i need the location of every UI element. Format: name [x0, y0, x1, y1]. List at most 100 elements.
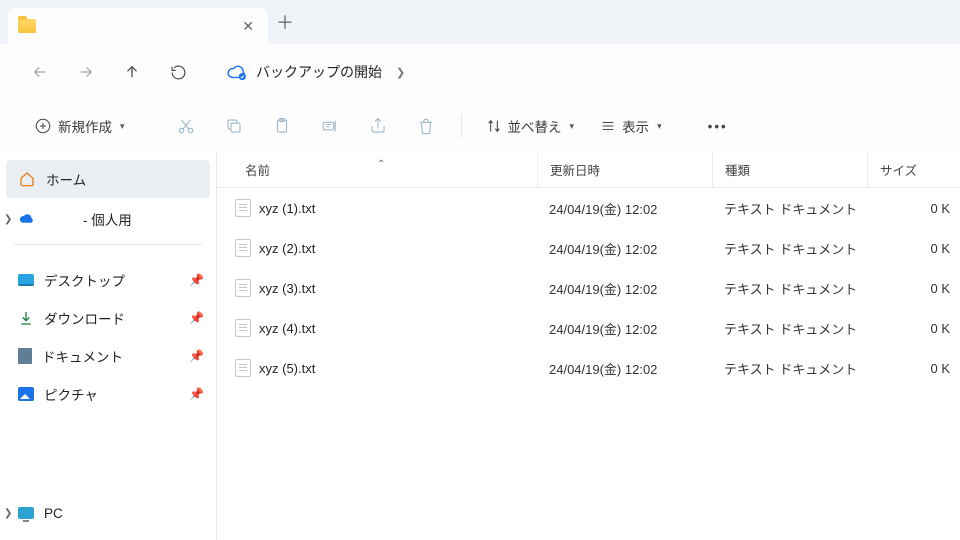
download-icon — [18, 310, 34, 326]
sort-label: 並べ替え — [508, 116, 562, 136]
text-file-icon — [235, 359, 251, 377]
file-type: テキスト ドキュメント — [712, 359, 867, 378]
table-row[interactable]: xyz (3).txt 24/04/19(金) 12:02テキスト ドキュメント0… — [217, 268, 960, 308]
address-bar[interactable]: バックアップの開始 ❯ — [216, 54, 952, 90]
more-button[interactable]: ••• — [698, 108, 738, 144]
file-date: 24/04/19(金) 12:02 — [537, 279, 712, 298]
file-type: テキスト ドキュメント — [712, 279, 867, 298]
refresh-button[interactable] — [164, 58, 192, 86]
file-name: xyz (2).txt — [259, 241, 315, 256]
sidebar-item-onedrive[interactable]: ❯ - 個人用 — [0, 200, 216, 238]
rename-button[interactable] — [309, 108, 351, 144]
file-list-pane: 名前 ⌃ 更新日時 種類 サイズ xyz (1).txt 24/04/19(金) … — [217, 152, 960, 540]
paste-button[interactable] — [261, 108, 303, 144]
expand-icon[interactable]: ❯ — [4, 214, 12, 225]
file-name: xyz (3).txt — [259, 281, 315, 296]
col-size[interactable]: サイズ — [867, 152, 960, 187]
cloud-sync-icon — [226, 65, 246, 79]
desktop-icon — [18, 274, 34, 286]
breadcrumb-current[interactable] — [419, 62, 461, 82]
command-bar: 新規作成 ▾ 並べ替え ▾ 表示 ▾ ••• — [0, 100, 960, 152]
new-tab-button[interactable]: ＋ — [268, 9, 302, 35]
sidebar-label: ピクチャ — [44, 384, 98, 404]
sort-button[interactable]: 並べ替え ▾ — [476, 108, 585, 144]
table-row[interactable]: xyz (1).txt 24/04/19(金) 12:02テキスト ドキュメント0… — [217, 188, 960, 228]
sidebar-label: デスクトップ — [44, 270, 125, 290]
file-type: テキスト ドキュメント — [712, 319, 867, 338]
file-rows: xyz (1).txt24/04/19(金) 12:02テキスト ドキュメント0… — [217, 188, 960, 388]
home-icon — [18, 171, 36, 187]
col-date[interactable]: 更新日時 — [537, 152, 712, 187]
file-name: xyz (1).txt — [259, 201, 315, 216]
pictures-icon — [18, 387, 34, 401]
onedrive-suffix: - 個人用 — [83, 209, 132, 229]
column-headers: 名前 ⌃ 更新日時 種類 サイズ — [217, 152, 960, 188]
sidebar-label: ドキュメント — [42, 346, 123, 366]
text-file-icon — [235, 239, 251, 257]
pin-icon[interactable]: 📌 — [189, 387, 204, 401]
table-row[interactable]: xyz (4).txt24/04/19(金) 12:02テキスト ドキュメント0… — [217, 308, 960, 348]
sidebar-item-desktop[interactable]: デスクトップ 📌 — [0, 261, 216, 299]
table-row[interactable]: xyz (5).txt 24/04/19(金) 12:02テキスト ドキュメント0… — [217, 348, 960, 388]
pin-icon[interactable]: 📌 — [189, 311, 204, 325]
sidebar-item-home[interactable]: ホーム — [6, 160, 210, 198]
close-icon[interactable]: ✕ — [242, 18, 254, 35]
pin-icon[interactable]: 📌 — [189, 349, 204, 363]
share-button[interactable] — [357, 108, 399, 144]
chevron-down-icon: ▾ — [657, 121, 662, 132]
file-name: xyz (4).txt — [259, 321, 315, 336]
view-label: 表示 — [622, 116, 649, 136]
chevron-right-icon[interactable]: ❯ — [396, 66, 405, 79]
delete-button[interactable] — [405, 108, 447, 144]
cut-button[interactable] — [165, 108, 207, 144]
file-date: 24/04/19(金) 12:02 — [537, 359, 712, 378]
back-button[interactable] — [26, 58, 54, 86]
sidebar-item-downloads[interactable]: ダウンロード 📌 — [0, 299, 216, 337]
sidebar-item-pc[interactable]: ❯ PC — [0, 494, 216, 532]
sidebar-label: PC — [44, 506, 63, 521]
pin-icon[interactable]: 📌 — [189, 273, 204, 287]
col-name-label: 名前 — [245, 164, 270, 178]
chevron-down-icon: ▾ — [570, 121, 575, 132]
file-type: テキスト ドキュメント — [712, 239, 867, 258]
sidebar-item-pictures[interactable]: ピクチャ 📌 — [0, 375, 216, 413]
table-row[interactable]: xyz (2).txt 24/04/19(金) 12:02テキスト ドキュメント0… — [217, 228, 960, 268]
file-date: 24/04/19(金) 12:02 — [537, 319, 712, 338]
content-area: ホーム ❯ - 個人用 デスクトップ 📌 ダウンロード 📌 ドキュメント 📌 — [0, 152, 960, 540]
file-name: xyz (5).txt — [259, 361, 315, 376]
sidebar-label: ホーム — [46, 169, 86, 189]
separator — [461, 114, 462, 138]
text-file-icon — [235, 319, 251, 337]
expand-icon[interactable]: ❯ — [4, 508, 12, 519]
new-button[interactable]: 新規作成 ▾ — [24, 108, 135, 144]
file-size: 0 K — [867, 241, 960, 256]
nav-bar: バックアップの開始 ❯ — [0, 44, 960, 100]
copy-button[interactable] — [213, 108, 255, 144]
file-date: 24/04/19(金) 12:02 — [537, 199, 712, 218]
tab-current[interactable]: ✕ — [8, 8, 268, 44]
sidebar-label: ダウンロード — [44, 308, 125, 328]
file-size: 0 K — [867, 281, 960, 296]
title-bar: ✕ ＋ — [0, 0, 960, 44]
sort-indicator-icon: ⌃ — [377, 159, 385, 170]
file-size: 0 K — [867, 201, 960, 216]
navigation-pane: ホーム ❯ - 個人用 デスクトップ 📌 ダウンロード 📌 ドキュメント 📌 — [0, 152, 217, 540]
new-label: 新規作成 — [58, 116, 112, 136]
view-button[interactable]: 表示 ▾ — [590, 108, 672, 144]
divider — [14, 244, 202, 245]
document-icon — [18, 348, 32, 364]
up-button[interactable] — [118, 58, 146, 86]
text-file-icon — [235, 279, 251, 297]
cloud-icon — [18, 213, 36, 225]
file-type: テキスト ドキュメント — [712, 199, 867, 218]
chevron-down-icon: ▾ — [120, 121, 125, 132]
col-type[interactable]: 種類 — [712, 152, 867, 187]
onedrive-name — [46, 209, 73, 229]
folder-icon — [18, 19, 36, 33]
breadcrumb-backup[interactable]: バックアップの開始 — [256, 62, 382, 82]
sidebar-item-documents[interactable]: ドキュメント 📌 — [0, 337, 216, 375]
col-name[interactable]: 名前 ⌃ — [217, 160, 537, 179]
file-date: 24/04/19(金) 12:02 — [537, 239, 712, 258]
file-size: 0 K — [867, 361, 960, 376]
forward-button[interactable] — [72, 58, 100, 86]
